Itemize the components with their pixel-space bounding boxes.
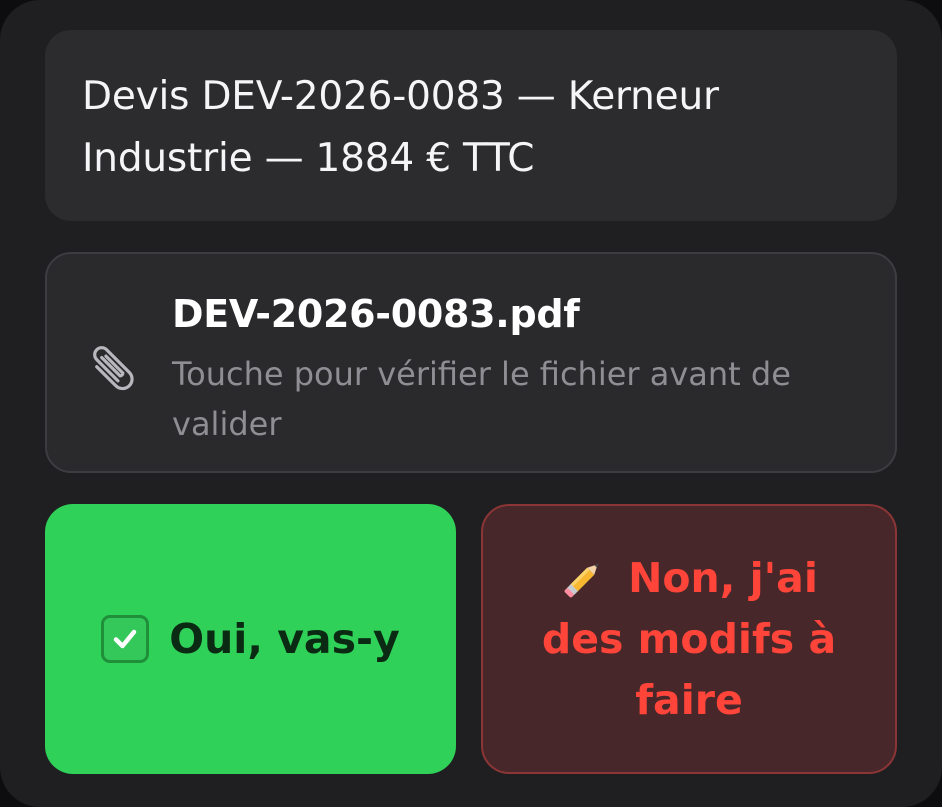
attachment-filename: DEV-2026-0083.pdf [172,292,580,336]
confirm-button-label: Oui, vas-y [169,615,400,663]
confirm-button[interactable]: Oui, vas-y [45,504,456,774]
attachment-hint: Touche pour vérifier le fichier avant de… [172,355,791,443]
request-changes-button[interactable]: Non, j'ai des modifs à faire [481,504,897,774]
pencil-icon [564,562,600,597]
check-mark-button-icon [101,615,150,663]
paperclip-icon [93,346,134,391]
confirmation-panel: Devis DEV-2026-0083 — Kerneur Industrie … [0,0,942,807]
quote-summary-card: Devis DEV-2026-0083 — Kerneur Industrie … [45,30,897,221]
attachment-card[interactable]: DEV-2026-0083.pdf Touche pour vérifier l… [45,252,897,473]
quote-summary-text: Devis DEV-2026-0083 — Kerneur Industrie … [82,74,719,181]
